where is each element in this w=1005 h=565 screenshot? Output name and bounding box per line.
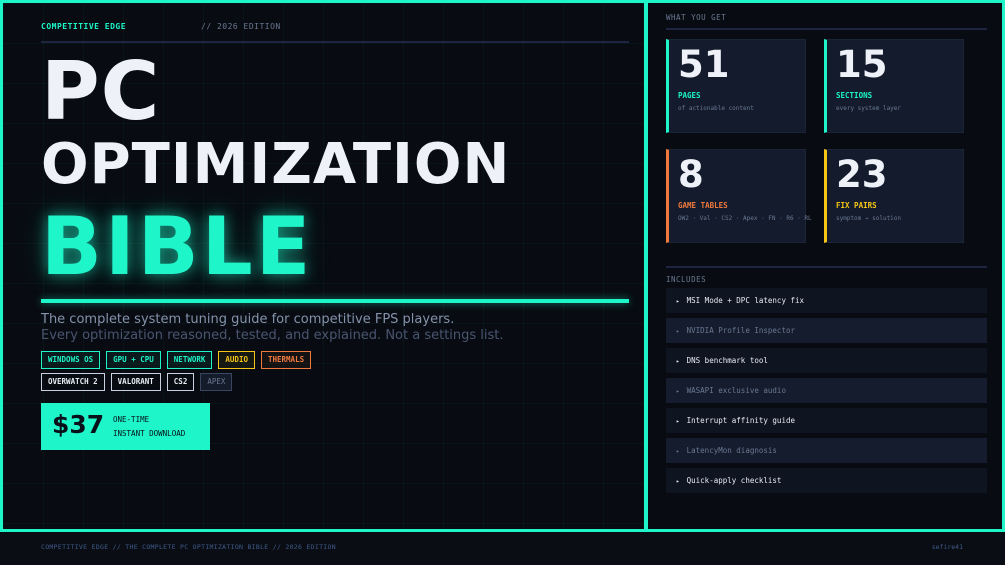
- topic-tags: WINDOWS OS GPU + CPU NETWORK AUDIO THERM…: [41, 351, 641, 395]
- list-item: ▸ MSI Mode + DPC latency fix: [666, 288, 987, 313]
- stat-number: 8: [678, 153, 704, 196]
- stat-label: GAME TABLES: [678, 201, 728, 210]
- stat-card-sections: 15 SECTIONS every system layer: [824, 39, 964, 133]
- list-item-label: WASAPI exclusive audio: [686, 386, 786, 395]
- list-item: ▸ Quick-apply checklist: [666, 468, 987, 493]
- what-you-get-rule: [666, 28, 987, 30]
- bullet-icon: ▸: [676, 358, 680, 365]
- stat-card-fix-pairs: 23 FIX PAIRS symptom → solution: [824, 149, 964, 243]
- list-item-label: LatencyMon diagnosis: [686, 446, 777, 455]
- price-amount: $37: [52, 410, 105, 439]
- footer-author: sefire41: [931, 543, 963, 551]
- game-tag-row: OVERWATCH 2 VALORANT CS2 APEX: [41, 373, 641, 391]
- stat-label: FIX PAIRS: [836, 201, 877, 210]
- bullet-icon: ▸: [676, 448, 680, 455]
- bullet-icon: ▸: [676, 328, 680, 335]
- list-item: ▸ Interrupt affinity guide: [666, 408, 987, 433]
- title-underline: [41, 299, 629, 303]
- header-kicker: COMPETITIVE EDGE // 2026 EDITION: [41, 22, 280, 31]
- stat-desc: of actionable content: [678, 105, 754, 112]
- subtitle-line-2: Every optimization reasoned, tested, and…: [41, 328, 504, 343]
- subtitle-line-1: The complete system tuning guide for com…: [41, 312, 455, 327]
- title-line-2: OPTIMIZATION: [41, 132, 511, 197]
- tag-apex: APEX: [200, 373, 233, 391]
- stat-label: SECTIONS: [836, 91, 873, 100]
- topic-tag-row-1: WINDOWS OS GPU + CPU NETWORK AUDIO THERM…: [41, 351, 641, 369]
- bullet-icon: ▸: [676, 388, 680, 395]
- top-rule: [41, 41, 629, 43]
- includes-list: ▸ MSI Mode + DPC latency fix ▸ NVIDIA Prof…: [666, 288, 987, 498]
- bullet-icon: ▸: [676, 298, 680, 305]
- stat-card-pages: 51 PAGES of actionable content: [666, 39, 806, 133]
- stat-card-game-tables: 8 GAME TABLES OW2 · Val · CS2 · Apex · F…: [666, 149, 812, 243]
- stat-number: 23: [836, 153, 888, 196]
- tag-thermals: THERMALS: [260, 351, 312, 369]
- tag-network: NETWORK: [166, 351, 213, 369]
- includes-rule: [666, 266, 987, 268]
- list-item: ▸ LatencyMon diagnosis: [666, 438, 987, 463]
- bullet-icon: ▸: [676, 478, 680, 485]
- stat-label: PAGES: [678, 91, 701, 100]
- stat-desc: symptom → solution: [836, 215, 902, 222]
- brand-name: COMPETITIVE EDGE: [41, 22, 127, 31]
- title-line-1: PC: [41, 45, 161, 138]
- list-item: ▸ WASAPI exclusive audio: [666, 378, 987, 403]
- price-note-download: INSTANT DOWNLOAD: [113, 429, 186, 438]
- stat-desc: every system layer: [836, 105, 902, 112]
- tag-gpu-cpu: GPU + CPU: [106, 351, 161, 369]
- stat-number: 15: [836, 43, 888, 86]
- footer-bar: COMPETITIVE EDGE // THE COMPLETE PC OPTI…: [0, 532, 1005, 565]
- includes-heading: INCLUDES: [666, 275, 707, 284]
- tag-cs2: CS2: [166, 373, 195, 391]
- price-note-one-time: ONE-TIME: [113, 415, 150, 424]
- title-line-3: BIBLE: [41, 200, 314, 293]
- list-item-label: Quick-apply checklist: [686, 476, 782, 485]
- list-item-label: NVIDIA Profile Inspector: [686, 326, 795, 335]
- tag-audio: AUDIO: [218, 351, 255, 369]
- bullet-icon: ▸: [676, 418, 680, 425]
- list-item-label: DNS benchmark tool: [686, 356, 768, 365]
- tag-windows-os: WINDOWS OS: [41, 351, 101, 369]
- list-item: ▸ NVIDIA Profile Inspector: [666, 318, 987, 343]
- stat-number: 51: [678, 43, 730, 86]
- list-item: ▸ DNS benchmark tool: [666, 348, 987, 373]
- list-item-label: MSI Mode + DPC latency fix: [686, 296, 805, 305]
- column-divider: [644, 0, 648, 532]
- list-item-label: Interrupt affinity guide: [686, 416, 795, 425]
- stat-desc: OW2 · Val · CS2 · Apex · FN · R6 · RL: [678, 215, 812, 222]
- price-badge[interactable]: $37 ONE-TIME INSTANT DOWNLOAD: [41, 403, 210, 450]
- footer-caption: COMPETITIVE EDGE // THE COMPLETE PC OPTI…: [41, 543, 336, 551]
- tag-valorant: VALORANT: [110, 373, 161, 391]
- what-you-get-heading: WHAT YOU GET: [666, 13, 727, 22]
- tag-overwatch-2: OVERWATCH 2: [41, 373, 105, 391]
- edition-label: // 2026 EDITION: [201, 22, 281, 31]
